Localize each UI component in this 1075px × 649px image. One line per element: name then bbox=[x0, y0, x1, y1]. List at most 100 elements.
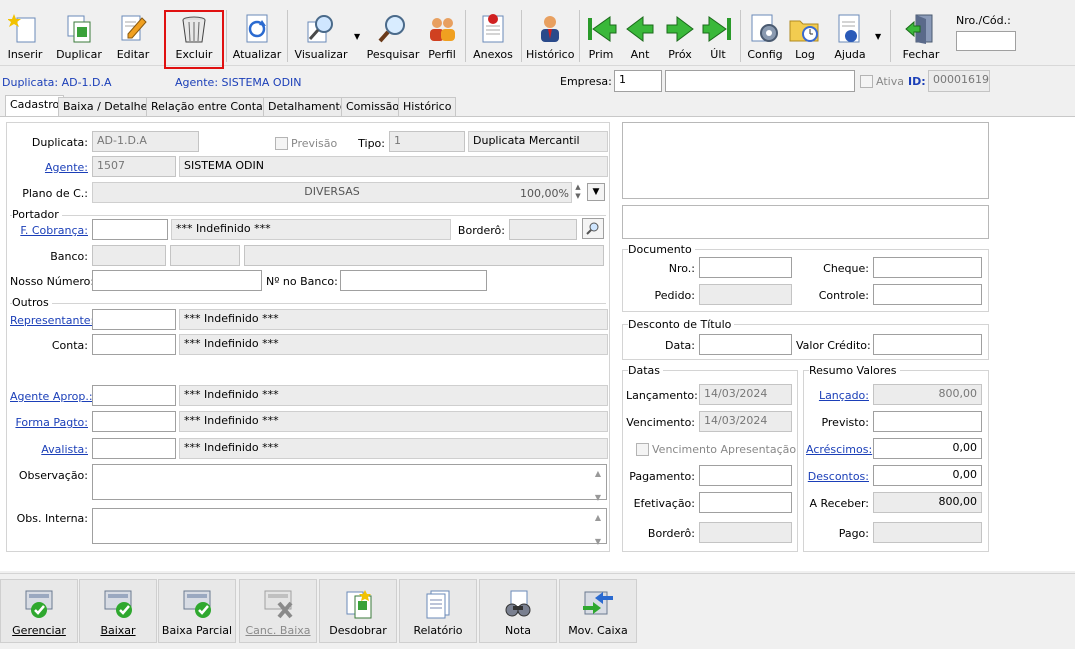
agente-link[interactable]: Agente: bbox=[10, 161, 88, 174]
avalista-link[interactable]: Avalista: bbox=[10, 443, 88, 456]
agente-aprop-code-input[interactable] bbox=[92, 385, 176, 406]
venc-apresentacao-checkbox[interactable] bbox=[636, 443, 649, 456]
binoculars-document-icon bbox=[505, 590, 531, 617]
outros-group bbox=[10, 303, 606, 304]
conta-name-field: *** Indefinido *** bbox=[179, 334, 608, 355]
valor-credito-label: Valor Crédito: bbox=[796, 339, 871, 352]
nro-cod-input[interactable] bbox=[956, 31, 1016, 51]
descontos-link[interactable]: Descontos: bbox=[806, 470, 869, 483]
observacao-textarea[interactable] bbox=[92, 464, 607, 500]
tab-historico[interactable]: Histórico bbox=[398, 97, 457, 116]
pedido-field bbox=[699, 284, 792, 305]
duplicata-label: Duplicata: bbox=[31, 136, 88, 149]
prim-button[interactable]: Prim bbox=[584, 6, 618, 64]
gear-icon bbox=[751, 14, 778, 42]
anexos-button[interactable]: Anexos bbox=[470, 6, 516, 64]
visualizar-dropdown-arrow[interactable]: ▼ bbox=[354, 32, 360, 41]
last-record-icon bbox=[702, 16, 731, 42]
cheque-input[interactable] bbox=[873, 257, 982, 278]
lancamento-label: Lançamento: bbox=[626, 389, 698, 402]
a-receber-label: A Receber: bbox=[809, 497, 869, 510]
controle-input[interactable] bbox=[873, 284, 982, 305]
banco-name-field bbox=[244, 245, 604, 266]
bordero-field bbox=[509, 219, 577, 240]
atualizar-button[interactable]: Atualizar bbox=[230, 6, 284, 64]
representante-code-input[interactable] bbox=[92, 309, 176, 330]
previsto-input[interactable] bbox=[873, 411, 982, 432]
plano-field[interactable]: DIVERSAS bbox=[92, 182, 572, 203]
inserir-button[interactable]: Inserir bbox=[2, 6, 48, 64]
exit-door-icon bbox=[905, 14, 933, 44]
forma-pagto-code-input[interactable] bbox=[92, 411, 176, 432]
valor-credito-input[interactable] bbox=[873, 334, 982, 355]
log-button[interactable]: Log bbox=[788, 6, 822, 64]
banco-agency-field bbox=[170, 245, 240, 266]
agente-aprop-link[interactable]: Agente Aprop.: bbox=[10, 390, 93, 403]
fechar-button[interactable]: Fechar bbox=[898, 6, 944, 64]
desconto-data-input[interactable] bbox=[699, 334, 792, 355]
ativa-label: Ativa bbox=[876, 75, 904, 88]
excluir-highlight bbox=[164, 10, 224, 69]
ajuda-dropdown-arrow[interactable]: ▼ bbox=[875, 32, 881, 41]
forma-pagto-link[interactable]: Forma Pagto: bbox=[10, 416, 88, 429]
perfil-button[interactable]: Perfil bbox=[424, 6, 460, 64]
nosso-numero-input[interactable] bbox=[92, 270, 262, 291]
tab-baixa-detalhes[interactable]: Baixa / Detalhes bbox=[58, 97, 159, 116]
pesquisar-button[interactable]: Pesquisar bbox=[366, 6, 420, 64]
plano-dropdown-button[interactable]: ▼ bbox=[587, 183, 605, 201]
first-record-icon bbox=[588, 16, 617, 42]
attachment-icon bbox=[482, 14, 504, 43]
resumo-title: Resumo Valores bbox=[809, 364, 900, 377]
lancado-link[interactable]: Lançado: bbox=[806, 389, 869, 402]
prox-button[interactable]: Próx bbox=[662, 6, 698, 64]
plano-spin-icon[interactable]: ▲ ▼ bbox=[572, 183, 584, 203]
efetivacao-input[interactable] bbox=[699, 492, 792, 513]
conta-code-input[interactable] bbox=[92, 334, 176, 355]
obs-interna-textarea[interactable] bbox=[92, 508, 607, 544]
ult-button[interactable]: Últ bbox=[700, 6, 736, 64]
desdobrar-button[interactable]: Desdobrar bbox=[319, 579, 397, 643]
canc-baixa-button[interactable]: Canc. Baixa bbox=[239, 579, 317, 643]
baixa-parcial-button[interactable]: Baixa Parcial bbox=[158, 579, 236, 643]
editar-button[interactable]: Editar bbox=[110, 6, 156, 64]
lancamento-field: 14/03/2024 bbox=[699, 384, 792, 405]
bordero-lookup-button[interactable] bbox=[582, 218, 604, 239]
observacao-scrollbar[interactable]: ▲ ▼ bbox=[591, 468, 605, 504]
acrescimos-link[interactable]: Acréscimos: bbox=[806, 443, 872, 456]
avalista-code-input[interactable] bbox=[92, 438, 176, 459]
relatorio-button[interactable]: Relatório bbox=[399, 579, 477, 643]
info-box bbox=[622, 205, 989, 239]
ativa-checkbox[interactable] bbox=[860, 75, 873, 88]
search-icon bbox=[586, 222, 599, 235]
fcobranca-code-input[interactable] bbox=[92, 219, 168, 240]
representante-link[interactable]: Representante: bbox=[10, 314, 94, 327]
vencimento-field[interactable]: 14/03/2024 bbox=[699, 411, 792, 432]
tab-cadastro[interactable]: Cadastro bbox=[5, 95, 65, 117]
tipo-code-field[interactable]: 1 bbox=[389, 131, 465, 152]
nota-button[interactable]: Nota bbox=[479, 579, 557, 643]
mov-caixa-button[interactable]: Mov. Caixa bbox=[559, 579, 637, 643]
empresa-code-input[interactable]: 1 bbox=[614, 70, 662, 92]
fcobranca-link[interactable]: F. Cobrança: bbox=[10, 224, 88, 237]
baixar-button[interactable]: Baixar bbox=[79, 579, 157, 643]
config-button[interactable]: Config bbox=[745, 6, 785, 64]
previsao-checkbox[interactable] bbox=[275, 137, 288, 150]
toolbar-separator bbox=[890, 10, 891, 62]
tab-comissao[interactable]: Comissão bbox=[341, 97, 405, 116]
chevron-down-icon: ▼ bbox=[592, 187, 600, 197]
historico-button[interactable]: Histórico bbox=[526, 6, 574, 64]
toolbar-separator bbox=[287, 10, 288, 62]
duplicar-button[interactable]: Duplicar bbox=[54, 6, 104, 64]
pagamento-input[interactable] bbox=[699, 465, 792, 486]
tab-relacao-contas[interactable]: Relação entre Contas bbox=[146, 97, 274, 116]
doc-nro-input[interactable] bbox=[699, 257, 792, 278]
visualizar-button[interactable]: Visualizar bbox=[292, 6, 350, 64]
ajuda-button[interactable]: Ajuda bbox=[828, 6, 872, 64]
agente-code-field[interactable]: 1507 bbox=[92, 156, 176, 177]
gerenciar-button[interactable]: Gerenciar bbox=[0, 579, 78, 643]
tab-detalhamento[interactable]: Detalhamento bbox=[263, 97, 352, 116]
ant-button[interactable]: Ant bbox=[622, 6, 658, 64]
no-banco-input[interactable] bbox=[340, 270, 487, 291]
obs-interna-scrollbar[interactable]: ▲ ▼ bbox=[591, 512, 605, 548]
desconto-data-label: Data: bbox=[665, 339, 695, 352]
